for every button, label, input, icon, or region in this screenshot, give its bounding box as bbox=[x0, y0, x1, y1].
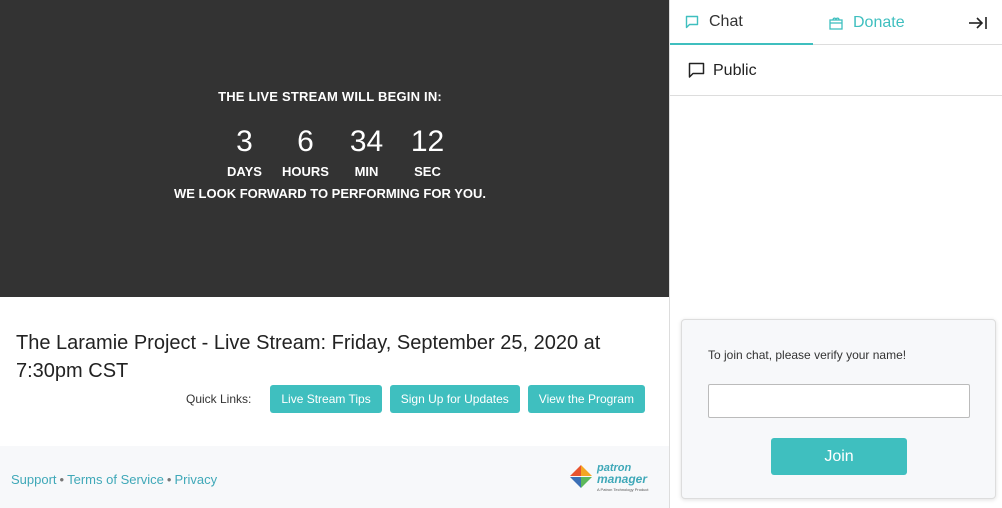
channel-public-label: Public bbox=[713, 61, 757, 79]
join-button[interactable]: Join bbox=[771, 438, 907, 475]
page-footer: Support • Terms of Service • Privacy patron … bbox=[0, 446, 669, 508]
event-title: The Laramie Project - Live Stream: Frida… bbox=[16, 332, 601, 382]
countdown-sec: 12 SEC bbox=[397, 124, 458, 179]
tab-donate-label: Donate bbox=[853, 13, 905, 31]
countdown-heading: THE LIVE STREAM WILL BEGIN IN: bbox=[218, 89, 442, 104]
tab-chat-label: Chat bbox=[709, 12, 743, 30]
countdown-hours: 6 HOURS bbox=[275, 124, 336, 179]
terms-link[interactable]: Terms of Service bbox=[67, 472, 164, 487]
quick-links-label: Quick Links: bbox=[186, 392, 252, 406]
view-program-button[interactable]: View the Program bbox=[527, 385, 645, 413]
countdown-days: 3 DAYS bbox=[214, 124, 275, 179]
footer-separator: • bbox=[59, 472, 65, 487]
public-chat-icon bbox=[688, 62, 705, 78]
countdown-days-value: 3 bbox=[236, 125, 253, 158]
tab-donate[interactable]: Donate bbox=[813, 0, 963, 45]
donate-icon bbox=[829, 16, 843, 30]
support-link[interactable]: Support bbox=[11, 472, 57, 487]
patron-manager-logo[interactable]: patron manager A Patron Technology Produ… bbox=[568, 463, 658, 493]
countdown-sec-value: 12 bbox=[410, 125, 445, 158]
countdown-min-value: 34 bbox=[349, 125, 384, 158]
chat-sidebar: Chat Donate Public To join chat, please … bbox=[669, 0, 1002, 508]
channel-public[interactable]: Public bbox=[670, 46, 1002, 96]
countdown-days-label: DAYS bbox=[227, 164, 262, 179]
footer-links: Support • Terms of Service • Privacy bbox=[11, 472, 217, 487]
sign-up-updates-button[interactable]: Sign Up for Updates bbox=[389, 385, 520, 413]
countdown-min-label: MIN bbox=[354, 164, 379, 179]
countdown-sec-label: SEC bbox=[414, 164, 441, 179]
footer-separator: • bbox=[166, 472, 172, 487]
name-input[interactable] bbox=[708, 384, 970, 418]
page: THE LIVE STREAM WILL BEGIN IN: 3 DAYS 6 … bbox=[0, 0, 1002, 508]
live-stream-tips-button[interactable]: Live Stream Tips bbox=[270, 385, 382, 413]
join-chat-card: To join chat, please verify your name! J… bbox=[681, 319, 996, 499]
countdown-hours-label: HOURS bbox=[282, 164, 329, 179]
privacy-link[interactable]: Privacy bbox=[174, 472, 217, 487]
collapse-panel-icon bbox=[969, 16, 987, 29]
quick-links: Quick Links: Live Stream Tips Sign Up fo… bbox=[186, 385, 653, 413]
sidebar-tabs: Chat Donate bbox=[670, 0, 1002, 45]
countdown-footer: WE LOOK FORWARD TO PERFORMING FOR YOU. bbox=[173, 186, 486, 201]
tab-chat[interactable]: Chat bbox=[670, 0, 813, 45]
patron-manager-wordmark: patron manager bbox=[597, 463, 648, 486]
countdown-hours-value: 6 bbox=[297, 125, 314, 158]
video-player: THE LIVE STREAM WILL BEGIN IN: 3 DAYS 6 … bbox=[0, 0, 669, 297]
main-content: THE LIVE STREAM WILL BEGIN IN: 3 DAYS 6 … bbox=[0, 0, 669, 508]
countdown-timer: 3 DAYS 6 HOURS 34 MIN 12 SEC bbox=[214, 124, 458, 179]
countdown-min: 34 MIN bbox=[336, 124, 397, 179]
logo-line-2: manager bbox=[597, 472, 648, 486]
join-chat-prompt: To join chat, please verify your name! bbox=[708, 348, 907, 362]
chat-icon bbox=[685, 15, 699, 28]
logo-subtitle: A Patron Technology Product bbox=[597, 487, 649, 492]
patron-manager-logo-icon bbox=[570, 465, 592, 488]
collapse-panel-button[interactable] bbox=[963, 0, 1002, 45]
